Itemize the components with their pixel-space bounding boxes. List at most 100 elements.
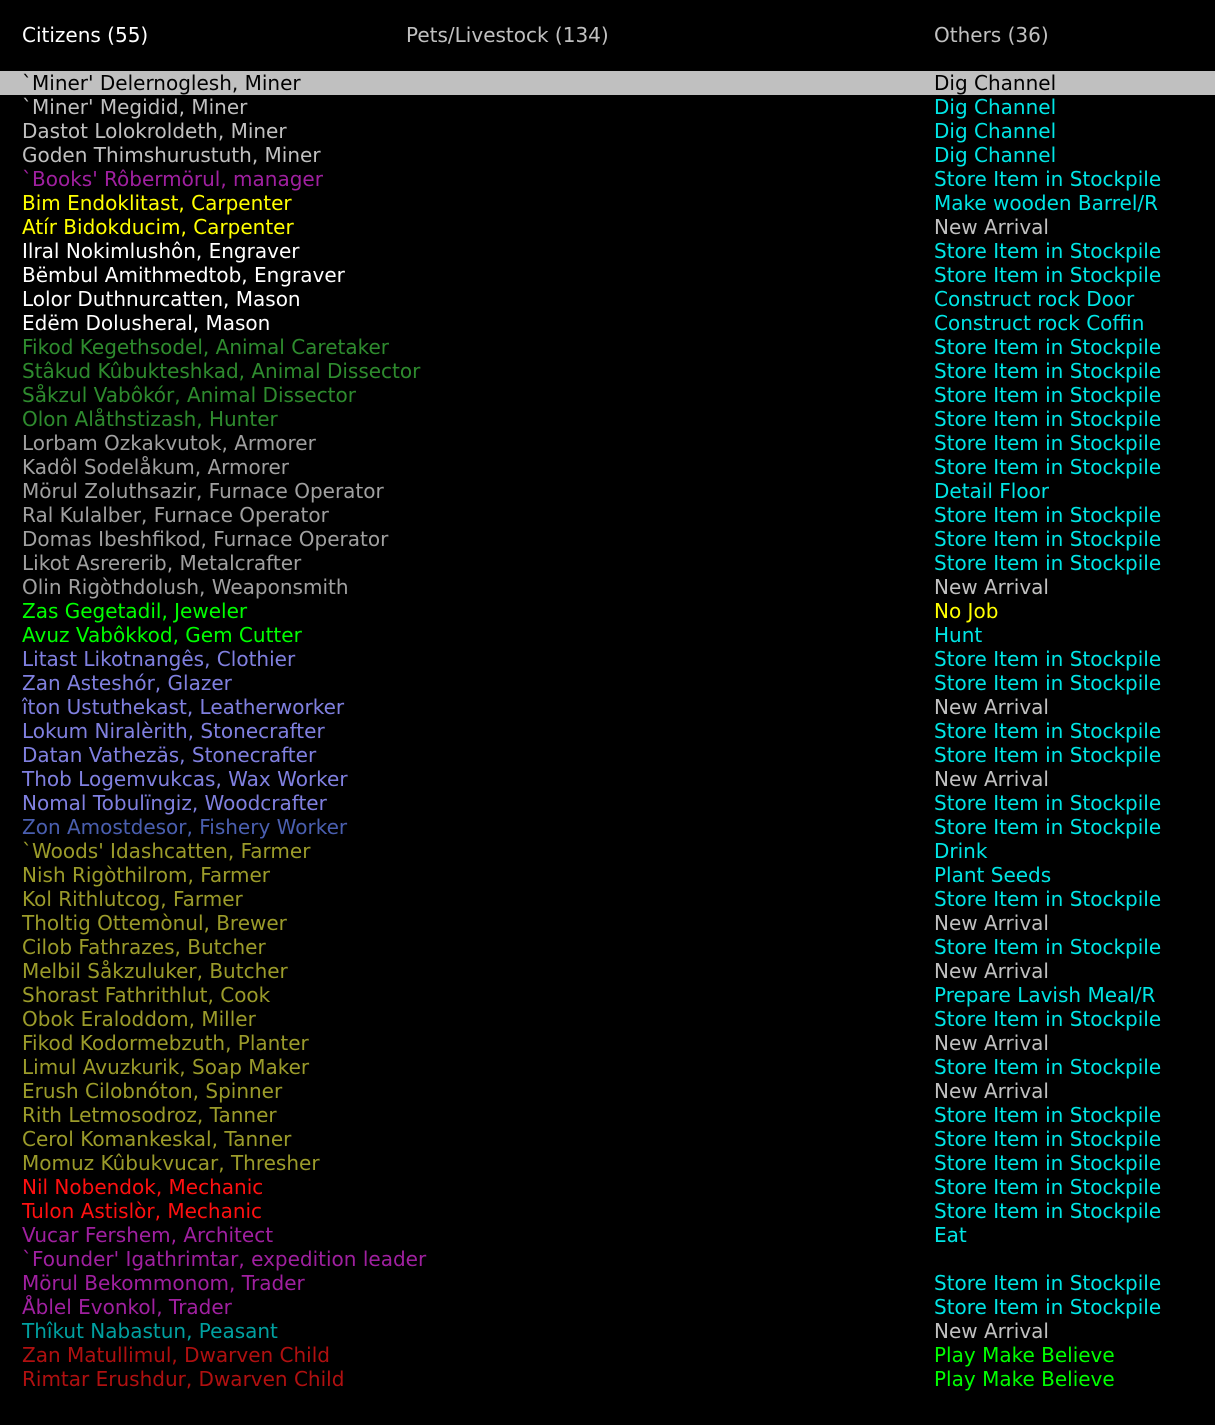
citizen-row[interactable]: Edëm Dolusheral, Mason Construct rock Cof…	[0, 311, 1215, 335]
citizen-row[interactable]: Thîkut Nabastun, Peasant New Arrival	[0, 1319, 1215, 1343]
citizen-row[interactable]: Thob Logemvukcas, Wax Worker New Arrival	[0, 767, 1215, 791]
citizen-row[interactable]: Likot Asrererib, Metalcrafter Store Item …	[0, 551, 1215, 575]
citizen-name: `Woods' Idashcatten, Farmer	[22, 839, 311, 863]
citizen-name: Domas Ibeshfikod, Furnace Operator	[22, 527, 389, 551]
citizen-row[interactable]: Åblel Evonkol, Trader Store Item in Stock…	[0, 1295, 1215, 1319]
citizen-row[interactable]: Såkzul Vabôkór, Animal Dissector Store It…	[0, 383, 1215, 407]
citizen-name: Likot Asrererib, Metalcrafter	[22, 551, 302, 575]
citizen-name: Zan Matullimul, Dwarven Child	[22, 1343, 330, 1367]
citizen-row[interactable]: Zon Amostdesor, Fishery Worker Store Item…	[0, 815, 1215, 839]
citizen-row[interactable]: Tulon Astislòr, Mechanic Store Item in St…	[0, 1199, 1215, 1223]
citizen-row[interactable]: Domas Ibeshfikod, Furnace Operator Store …	[0, 527, 1215, 551]
citizen-name: Lokum Niralèrith, Stonecrafter	[22, 719, 325, 743]
tab-others[interactable]: Others (36)	[934, 23, 1049, 47]
citizen-job: Store Item in Stockpile	[934, 239, 1162, 263]
citizen-row[interactable]: `Founder' Igathrimtar, expedition leader	[0, 1247, 1215, 1271]
citizen-row[interactable]: Zan Matullimul, Dwarven Child Play Make B…	[0, 1343, 1215, 1367]
citizen-row[interactable]: Nish Rigòthilrom, Farmer Plant Seeds	[0, 863, 1215, 887]
citizen-job: New Arrival	[934, 959, 1049, 983]
citizen-job: Store Item in Stockpile	[934, 527, 1162, 551]
citizen-row[interactable]: Lolor Duthnurcatten, Mason Construct rock…	[0, 287, 1215, 311]
citizen-row[interactable]: Lorbam Ozkakvutok, Armorer Store Item in …	[0, 431, 1215, 455]
citizen-job: Dig Channel	[934, 95, 1057, 119]
citizen-row[interactable]: Shorast Fathrithlut, Cook Prepare Lavish …	[0, 983, 1215, 1007]
citizen-row[interactable]: Mörul Bekommonom, Trader Store Item in St…	[0, 1271, 1215, 1295]
citizen-name: Stâkud Kûbukteshkad, Animal Dissector	[22, 359, 421, 383]
citizen-row[interactable]: `Books' Rôbermörul, manager Store Item in…	[0, 167, 1215, 191]
citizen-job: Plant Seeds	[934, 863, 1052, 887]
citizen-row[interactable]: Momuz Kûbukvucar, Thresher Store Item in …	[0, 1151, 1215, 1175]
citizen-row[interactable]: Cerol Komankeskal, Tanner Store Item in S…	[0, 1127, 1215, 1151]
citizen-row[interactable]: Olon Alåthstizash, Hunter Store Item in S…	[0, 407, 1215, 431]
citizen-row[interactable]: Ilral Nokimlushôn, Engraver Store Item in…	[0, 239, 1215, 263]
citizen-job: New Arrival	[934, 911, 1049, 935]
citizen-job: Store Item in Stockpile	[934, 743, 1162, 767]
citizen-row[interactable]: Vucar Fershem, Architect Eat	[0, 1223, 1215, 1247]
citizen-row[interactable]: Fikod Kodormebzuth, Planter New Arrival	[0, 1031, 1215, 1055]
citizen-job: Store Item in Stockpile	[934, 1199, 1162, 1223]
citizen-row[interactable]: Bëmbul Amithmedtob, Engraver Store Item i…	[0, 263, 1215, 287]
citizen-job: Store Item in Stockpile	[934, 431, 1162, 455]
citizen-job: New Arrival	[934, 695, 1049, 719]
citizen-job: Store Item in Stockpile	[934, 815, 1162, 839]
citizen-row[interactable]: Ral Kulalber, Furnace Operator Store Item…	[0, 503, 1215, 527]
citizen-row[interactable]: Rith Letmosodroz, Tanner Store Item in St…	[0, 1103, 1215, 1127]
citizen-row[interactable]: `Miner' Megidid, Miner Dig Channel	[0, 95, 1215, 119]
citizen-row[interactable]: Rimtar Erushdur, Dwarven Child Play Make …	[0, 1367, 1215, 1391]
citizen-row[interactable]: Melbil Såkzuluker, Butcher New Arrival	[0, 959, 1215, 983]
citizen-row[interactable]: Tholtig Ottemònul, Brewer New Arrival	[0, 911, 1215, 935]
citizen-row[interactable]: Lokum Niralèrith, Stonecrafter Store Item…	[0, 719, 1215, 743]
citizen-job: Store Item in Stockpile	[934, 671, 1162, 695]
citizen-list: `Miner' Delernoglesh, Miner Dig Channel `M…	[0, 71, 1215, 1391]
citizen-row[interactable]: Fikod Kegethsodel, Animal Caretaker Store…	[0, 335, 1215, 359]
citizen-row[interactable]: Kol Rithlutcog, Farmer Store Item in Stoc…	[0, 887, 1215, 911]
citizen-row[interactable]: Atír Bidokducim, Carpenter New Arrival	[0, 215, 1215, 239]
citizen-name: Obok Eraloddom, Miller	[22, 1007, 256, 1031]
citizen-job: Store Item in Stockpile	[934, 1175, 1162, 1199]
citizen-row[interactable]: `Woods' Idashcatten, Farmer Drink	[0, 839, 1215, 863]
citizen-row[interactable]: Cilob Fathrazes, Butcher Store Item in St…	[0, 935, 1215, 959]
tab-pets-livestock[interactable]: Pets/Livestock (134)	[406, 23, 609, 47]
citizen-job: Construct rock Coffin	[934, 311, 1145, 335]
citizen-job: New Arrival	[934, 575, 1049, 599]
citizen-job: Store Item in Stockpile	[934, 551, 1162, 575]
citizen-row[interactable]: Limul Avuzkurik, Soap Maker Store Item in…	[0, 1055, 1215, 1079]
citizen-row[interactable]: Zas Gegetadil, Jeweler No Job	[0, 599, 1215, 623]
citizen-job: Store Item in Stockpile	[934, 887, 1162, 911]
citizen-name: Mörul Bekommonom, Trader	[22, 1271, 305, 1295]
citizen-row[interactable]: Bim Endoklitast, Carpenter Make wooden Ba…	[0, 191, 1215, 215]
citizen-row[interactable]: Goden Thimshurustuth, Miner Dig Channel	[0, 143, 1215, 167]
citizen-job: Store Item in Stockpile	[934, 791, 1162, 815]
citizen-row[interactable]: Litast Likotnangês, Clothier Store Item i…	[0, 647, 1215, 671]
tab-citizens[interactable]: Citizens (55)	[22, 23, 148, 47]
citizen-row[interactable]: Nomal Tobulïngiz, Woodcrafter Store Item …	[0, 791, 1215, 815]
citizen-name: Thîkut Nabastun, Peasant	[22, 1319, 278, 1343]
citizen-row[interactable]: Dastot Lolokroldeth, Miner Dig Channel	[0, 119, 1215, 143]
citizen-row[interactable]: Mörul Zoluthsazir, Furnace Operator Detai…	[0, 479, 1215, 503]
citizen-name: Erush Cilobnóton, Spinner	[22, 1079, 283, 1103]
citizen-row[interactable]: Erush Cilobnóton, Spinner New Arrival	[0, 1079, 1215, 1103]
citizen-row[interactable]: Zan Asteshór, Glazer Store Item in Stockp…	[0, 671, 1215, 695]
citizen-job: Dig Channel	[934, 143, 1057, 167]
citizen-name: `Miner' Delernoglesh, Miner	[22, 71, 301, 95]
citizen-job: Drink	[934, 839, 988, 863]
citizen-row[interactable]: Avuz Vabôkkod, Gem Cutter Hunt	[0, 623, 1215, 647]
citizen-row[interactable]: Kadôl Sodelåkum, Armorer Store Item in St…	[0, 455, 1215, 479]
citizen-name: Ral Kulalber, Furnace Operator	[22, 503, 329, 527]
citizen-row[interactable]: Nil Nobendok, Mechanic Store Item in Stoc…	[0, 1175, 1215, 1199]
citizen-row[interactable]: Stâkud Kûbukteshkad, Animal Dissector Sto…	[0, 359, 1215, 383]
citizen-job: No Job	[934, 599, 999, 623]
citizen-row[interactable]: Obok Eraloddom, Miller Store Item in Stoc…	[0, 1007, 1215, 1031]
citizen-name: Såkzul Vabôkór, Animal Dissector	[22, 383, 356, 407]
citizen-job: Store Item in Stockpile	[934, 647, 1162, 671]
citizen-name: Cilob Fathrazes, Butcher	[22, 935, 266, 959]
citizen-job: Eat	[934, 1223, 967, 1247]
citizen-row[interactable]: Datan Vathezäs, Stonecrafter Store Item i…	[0, 743, 1215, 767]
citizen-row[interactable]: îton Ustuthekast, Leatherworker New Arriv…	[0, 695, 1215, 719]
citizen-row[interactable]: Olin Rigòthdolush, Weaponsmith New Arriva…	[0, 575, 1215, 599]
citizen-row-selected[interactable]: `Miner' Delernoglesh, Miner Dig Channel	[0, 71, 1215, 95]
citizen-name: Thob Logemvukcas, Wax Worker	[22, 767, 348, 791]
citizen-job: Play Make Believe	[934, 1367, 1115, 1391]
citizen-job: New Arrival	[934, 1031, 1049, 1055]
citizen-name: Nomal Tobulïngiz, Woodcrafter	[22, 791, 327, 815]
